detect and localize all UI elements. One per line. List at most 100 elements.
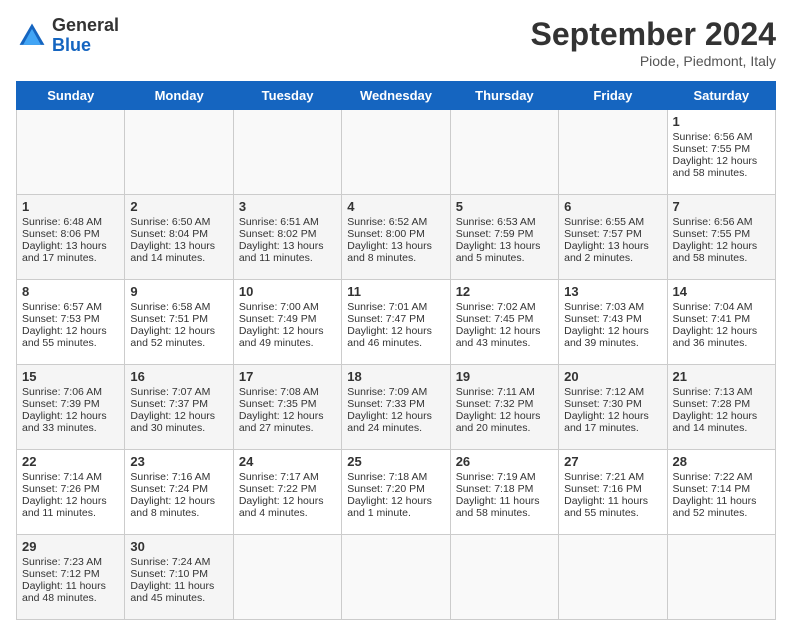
sunrise-text: Sunrise: 7:00 AM: [239, 301, 336, 313]
daylight-text: Daylight: 13 hours and 2 minutes.: [564, 240, 661, 264]
header-day-sunday: Sunday: [17, 82, 125, 110]
daylight-text: Daylight: 12 hours and 36 minutes.: [673, 325, 770, 349]
day-number: 11: [347, 284, 444, 299]
daylight-text: Daylight: 11 hours and 52 minutes.: [673, 495, 770, 519]
calendar-cell: [559, 535, 667, 620]
sunset-text: Sunset: 7:20 PM: [347, 483, 444, 495]
location-subtitle: Piode, Piedmont, Italy: [531, 53, 776, 69]
calendar-cell: 22Sunrise: 7:14 AMSunset: 7:26 PMDayligh…: [17, 450, 125, 535]
day-number: 19: [456, 369, 553, 384]
calendar-cell: [342, 110, 450, 195]
sunset-text: Sunset: 7:53 PM: [22, 313, 119, 325]
logo: General Blue: [16, 16, 119, 56]
day-number: 14: [673, 284, 770, 299]
calendar-cell: 12Sunrise: 7:02 AMSunset: 7:45 PMDayligh…: [450, 280, 558, 365]
sunset-text: Sunset: 7:45 PM: [456, 313, 553, 325]
sunrise-text: Sunrise: 6:52 AM: [347, 216, 444, 228]
day-number: 30: [130, 539, 227, 554]
day-number: 15: [22, 369, 119, 384]
sunrise-text: Sunrise: 7:04 AM: [673, 301, 770, 313]
sunset-text: Sunset: 7:51 PM: [130, 313, 227, 325]
sunset-text: Sunset: 7:57 PM: [564, 228, 661, 240]
sunrise-text: Sunrise: 7:01 AM: [347, 301, 444, 313]
day-number: 27: [564, 454, 661, 469]
logo-icon: [16, 20, 48, 52]
title-block: September 2024 Piode, Piedmont, Italy: [531, 16, 776, 69]
day-number: 8: [22, 284, 119, 299]
daylight-text: Daylight: 12 hours and 24 minutes.: [347, 410, 444, 434]
sunset-text: Sunset: 7:18 PM: [456, 483, 553, 495]
sunrise-text: Sunrise: 6:57 AM: [22, 301, 119, 313]
daylight-text: Daylight: 12 hours and 46 minutes.: [347, 325, 444, 349]
page-header: General Blue September 2024 Piode, Piedm…: [16, 16, 776, 69]
daylight-text: Daylight: 12 hours and 39 minutes.: [564, 325, 661, 349]
daylight-text: Daylight: 13 hours and 17 minutes.: [22, 240, 119, 264]
calendar-cell: 14Sunrise: 7:04 AMSunset: 7:41 PMDayligh…: [667, 280, 775, 365]
daylight-text: Daylight: 11 hours and 55 minutes.: [564, 495, 661, 519]
daylight-text: Daylight: 13 hours and 8 minutes.: [347, 240, 444, 264]
sunset-text: Sunset: 7:55 PM: [673, 143, 770, 155]
calendar-cell: 3Sunrise: 6:51 AMSunset: 8:02 PMDaylight…: [233, 195, 341, 280]
header-day-saturday: Saturday: [667, 82, 775, 110]
sunset-text: Sunset: 7:16 PM: [564, 483, 661, 495]
day-number: 7: [673, 199, 770, 214]
day-number: 9: [130, 284, 227, 299]
day-number: 1: [673, 114, 770, 129]
calendar-cell: 23Sunrise: 7:16 AMSunset: 7:24 PMDayligh…: [125, 450, 233, 535]
calendar-cell: [17, 110, 125, 195]
header-day-thursday: Thursday: [450, 82, 558, 110]
daylight-text: Daylight: 12 hours and 4 minutes.: [239, 495, 336, 519]
calendar-cell: [233, 535, 341, 620]
sunrise-text: Sunrise: 6:50 AM: [130, 216, 227, 228]
day-number: 22: [22, 454, 119, 469]
day-number: 6: [564, 199, 661, 214]
sunrise-text: Sunrise: 6:56 AM: [673, 216, 770, 228]
day-number: 23: [130, 454, 227, 469]
daylight-text: Daylight: 12 hours and 58 minutes.: [673, 240, 770, 264]
daylight-text: Daylight: 13 hours and 11 minutes.: [239, 240, 336, 264]
day-number: 24: [239, 454, 336, 469]
sunrise-text: Sunrise: 6:53 AM: [456, 216, 553, 228]
daylight-text: Daylight: 12 hours and 52 minutes.: [130, 325, 227, 349]
sunrise-text: Sunrise: 7:19 AM: [456, 471, 553, 483]
sunset-text: Sunset: 7:35 PM: [239, 398, 336, 410]
header-row: SundayMondayTuesdayWednesdayThursdayFrid…: [17, 82, 776, 110]
calendar-cell: 29Sunrise: 7:23 AMSunset: 7:12 PMDayligh…: [17, 535, 125, 620]
sunrise-text: Sunrise: 7:13 AM: [673, 386, 770, 398]
logo-general: General: [52, 15, 119, 35]
header-day-friday: Friday: [559, 82, 667, 110]
calendar-cell: 21Sunrise: 7:13 AMSunset: 7:28 PMDayligh…: [667, 365, 775, 450]
calendar-cell: 30Sunrise: 7:24 AMSunset: 7:10 PMDayligh…: [125, 535, 233, 620]
month-title: September 2024: [531, 16, 776, 53]
calendar-cell: 6Sunrise: 6:55 AMSunset: 7:57 PMDaylight…: [559, 195, 667, 280]
sunrise-text: Sunrise: 7:11 AM: [456, 386, 553, 398]
day-number: 4: [347, 199, 444, 214]
calendar-cell: [450, 535, 558, 620]
daylight-text: Daylight: 12 hours and 11 minutes.: [22, 495, 119, 519]
calendar-cell: [559, 110, 667, 195]
calendar-cell: 25Sunrise: 7:18 AMSunset: 7:20 PMDayligh…: [342, 450, 450, 535]
calendar-week-2: 8Sunrise: 6:57 AMSunset: 7:53 PMDaylight…: [17, 280, 776, 365]
calendar-cell: 17Sunrise: 7:08 AMSunset: 7:35 PMDayligh…: [233, 365, 341, 450]
calendar-cell: 28Sunrise: 7:22 AMSunset: 7:14 PMDayligh…: [667, 450, 775, 535]
calendar-body: 1Sunrise: 6:56 AMSunset: 7:55 PMDaylight…: [17, 110, 776, 620]
calendar-cell: [450, 110, 558, 195]
calendar-cell: 4Sunrise: 6:52 AMSunset: 8:00 PMDaylight…: [342, 195, 450, 280]
sunrise-text: Sunrise: 7:22 AM: [673, 471, 770, 483]
daylight-text: Daylight: 12 hours and 1 minute.: [347, 495, 444, 519]
sunrise-text: Sunrise: 7:23 AM: [22, 556, 119, 568]
calendar-cell: 1Sunrise: 6:48 AMSunset: 8:06 PMDaylight…: [17, 195, 125, 280]
calendar-cell: [667, 535, 775, 620]
daylight-text: Daylight: 12 hours and 55 minutes.: [22, 325, 119, 349]
day-number: 29: [22, 539, 119, 554]
day-number: 1: [22, 199, 119, 214]
sunset-text: Sunset: 7:55 PM: [673, 228, 770, 240]
calendar-cell: 8 Sunrise: 6:57 AMSunset: 7:53 PMDaylight…: [17, 280, 125, 365]
sunrise-text: Sunrise: 6:58 AM: [130, 301, 227, 313]
sunset-text: Sunset: 7:37 PM: [130, 398, 227, 410]
daylight-text: Daylight: 13 hours and 14 minutes.: [130, 240, 227, 264]
calendar-cell: 26Sunrise: 7:19 AMSunset: 7:18 PMDayligh…: [450, 450, 558, 535]
sunset-text: Sunset: 7:30 PM: [564, 398, 661, 410]
calendar-cell: 1Sunrise: 6:56 AMSunset: 7:55 PMDaylight…: [667, 110, 775, 195]
sunset-text: Sunset: 8:04 PM: [130, 228, 227, 240]
